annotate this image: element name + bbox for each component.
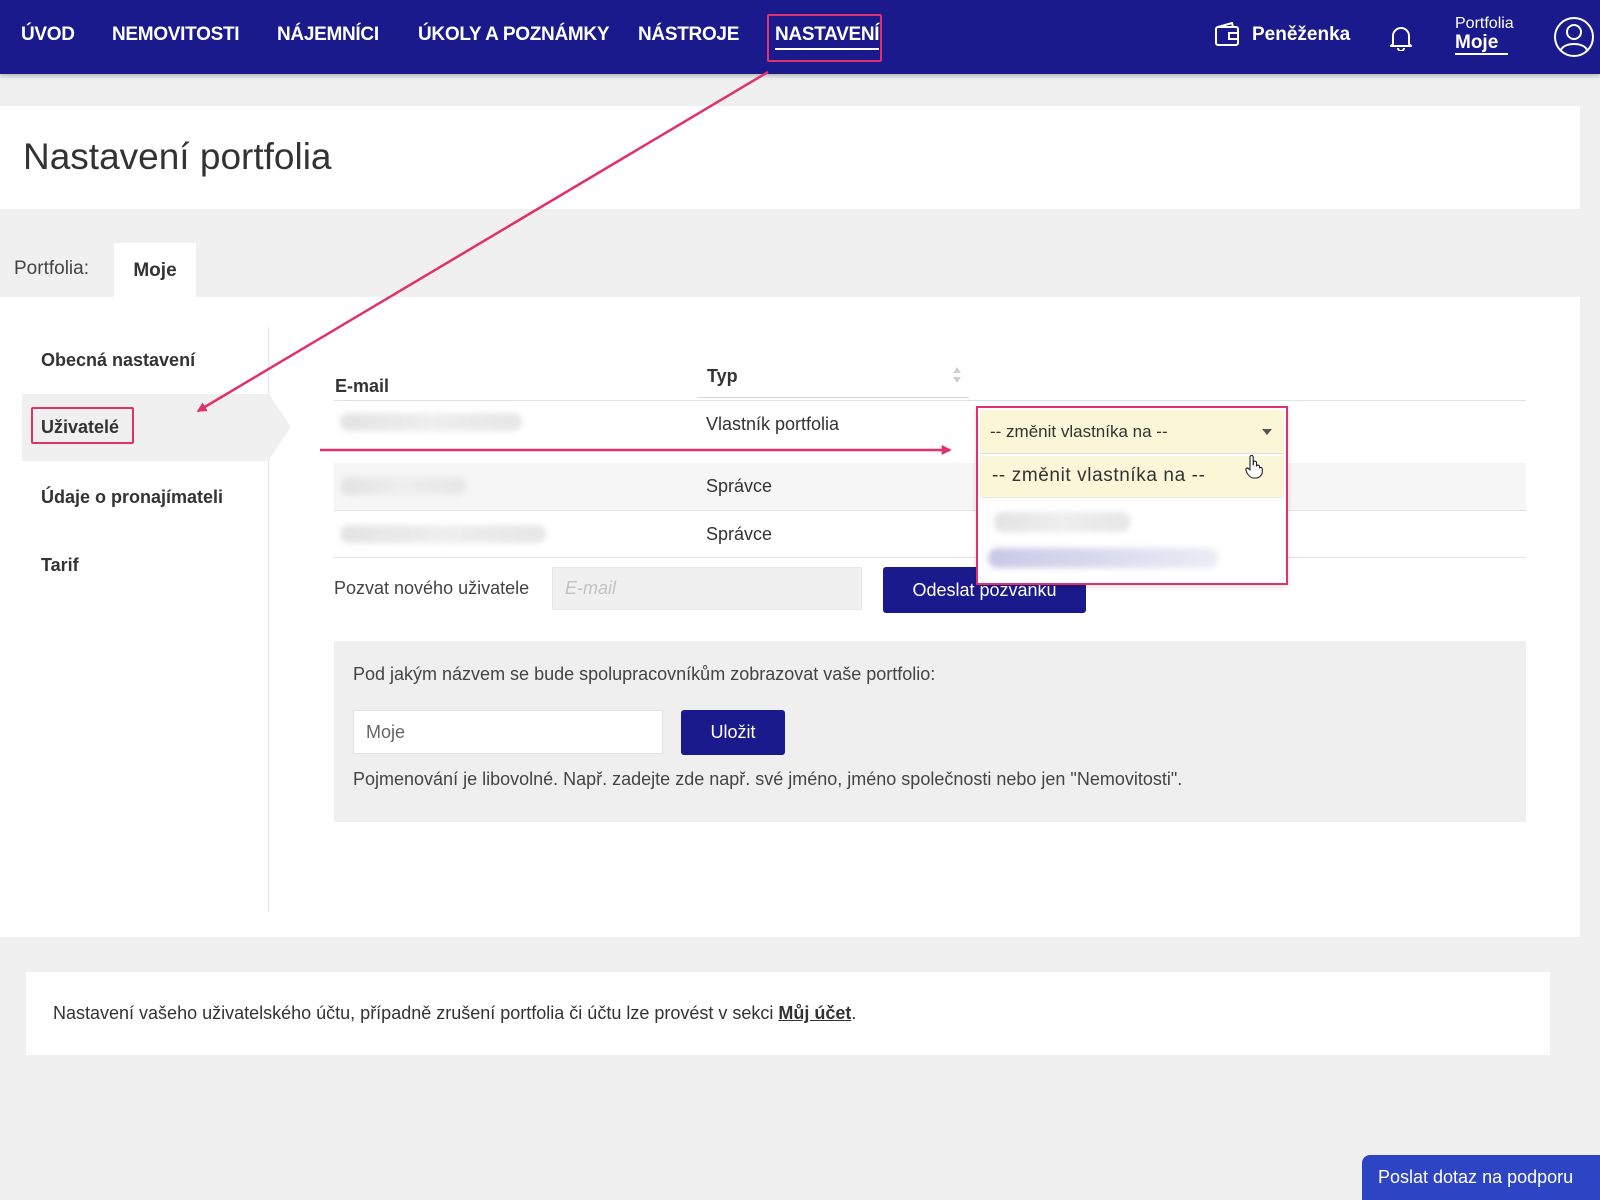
change-owner-select-label: -- změnit vlastníka na -- bbox=[990, 422, 1168, 441]
support-request-button[interactable]: Poslat dotaz na podporu bbox=[1362, 1155, 1600, 1200]
redacted-email bbox=[340, 413, 522, 431]
portfolio-switcher-value: Moje bbox=[1455, 33, 1509, 55]
table-header-divider bbox=[334, 400, 1526, 401]
nav-nastroje[interactable]: NÁSTROJE bbox=[638, 24, 739, 46]
user-type: Vlastník portfolia bbox=[706, 414, 840, 434]
redacted-option-highlighted[interactable] bbox=[988, 548, 1218, 568]
display-name-hint: Pojmenování je libovolné. Např. zadejte … bbox=[353, 769, 1183, 789]
change-owner-select[interactable]: -- změnit vlastníka na -- -- změnit vlas… bbox=[976, 406, 1288, 585]
bell-icon[interactable] bbox=[1389, 25, 1413, 51]
caret-down-icon bbox=[1262, 429, 1272, 435]
portfolio-switcher-label: Portfolia bbox=[1455, 15, 1514, 32]
portfolio-tabs-label: Portfolia: bbox=[14, 258, 89, 279]
nav-najemnici[interactable]: NÁJEMNÍCI bbox=[277, 24, 379, 46]
user-type: Správce bbox=[706, 524, 773, 544]
redacted-email bbox=[340, 525, 546, 543]
user-avatar-icon[interactable] bbox=[1553, 16, 1595, 58]
tab-portfolio-moje[interactable]: Moje bbox=[114, 243, 196, 298]
settings-panel bbox=[0, 297, 1580, 937]
redacted-option[interactable] bbox=[994, 512, 1130, 532]
invite-label: Pozvat nového uživatele bbox=[334, 578, 530, 598]
change-owner-select-value[interactable]: -- změnit vlastníka na -- bbox=[980, 410, 1284, 454]
page-title: Nastavení portfolia bbox=[23, 136, 332, 177]
dropdown-option[interactable]: -- změnit vlastníka na -- bbox=[980, 456, 1284, 498]
sidebar-item-general[interactable]: Obecná nastavení bbox=[41, 350, 195, 371]
sidebar-item-users-highlight: Uživatelé bbox=[31, 407, 134, 444]
nav-nemovitosti[interactable]: NEMOVITOSTI bbox=[112, 24, 240, 46]
portfolio-switcher[interactable]: Portfolia Moje bbox=[1455, 15, 1514, 55]
header-underline-type bbox=[697, 397, 969, 398]
my-account-link[interactable]: Můj účet bbox=[778, 1003, 851, 1023]
nav-nastaveni-highlight: NASTAVENÍ bbox=[767, 14, 882, 62]
hand-pointer-icon bbox=[1245, 455, 1263, 479]
user-type: Správce bbox=[706, 476, 773, 496]
sidebar-item-landlord[interactable]: Údaje o pronajímateli bbox=[41, 487, 223, 508]
sidebar-item-tariff[interactable]: Tarif bbox=[41, 555, 79, 576]
display-name-question: Pod jakým názvem se bude spolupracovníků… bbox=[353, 664, 936, 684]
invite-email-input[interactable] bbox=[552, 567, 862, 610]
account-note: Nastavení vašeho uživatelského účtu, pří… bbox=[53, 1003, 856, 1024]
nav-ukoly-a-poznamky[interactable]: ÚKOLY A POZNÁMKY bbox=[418, 24, 610, 46]
table-row bbox=[334, 463, 1526, 510]
wallet-icon bbox=[1215, 22, 1239, 46]
sidebar-item-users[interactable]: Uživatelé bbox=[41, 417, 119, 438]
sort-icon[interactable] bbox=[952, 365, 962, 385]
portfolio-name-input[interactable] bbox=[353, 710, 663, 754]
row-divider bbox=[334, 557, 1526, 558]
wallet-label: Peněženka bbox=[1252, 24, 1351, 45]
nav-nastaveni[interactable]: NASTAVENÍ bbox=[775, 24, 880, 50]
column-header-email: E-mail bbox=[335, 376, 390, 396]
account-note-text: Nastavení vašeho uživatelského účtu, pří… bbox=[53, 1003, 779, 1023]
top-navigation-bar: ÚVOD NEMOVITOSTI NÁJEMNÍCI ÚKOLY A POZNÁ… bbox=[0, 0, 1600, 74]
save-button[interactable]: Uložit bbox=[681, 710, 785, 755]
redacted-email bbox=[340, 477, 466, 495]
dropdown-option-label: -- změnit vlastníka na -- bbox=[992, 465, 1206, 486]
wallet-link[interactable]: Peněženka bbox=[1214, 22, 1350, 48]
row-divider bbox=[334, 510, 1526, 511]
nav-uvod[interactable]: ÚVOD bbox=[21, 24, 75, 46]
account-note-suffix: . bbox=[851, 1003, 857, 1023]
page-title-card: Nastavení portfolia bbox=[0, 106, 1580, 209]
sidebar-active-pointer bbox=[269, 394, 291, 460]
column-header-type[interactable]: Typ bbox=[707, 366, 738, 387]
